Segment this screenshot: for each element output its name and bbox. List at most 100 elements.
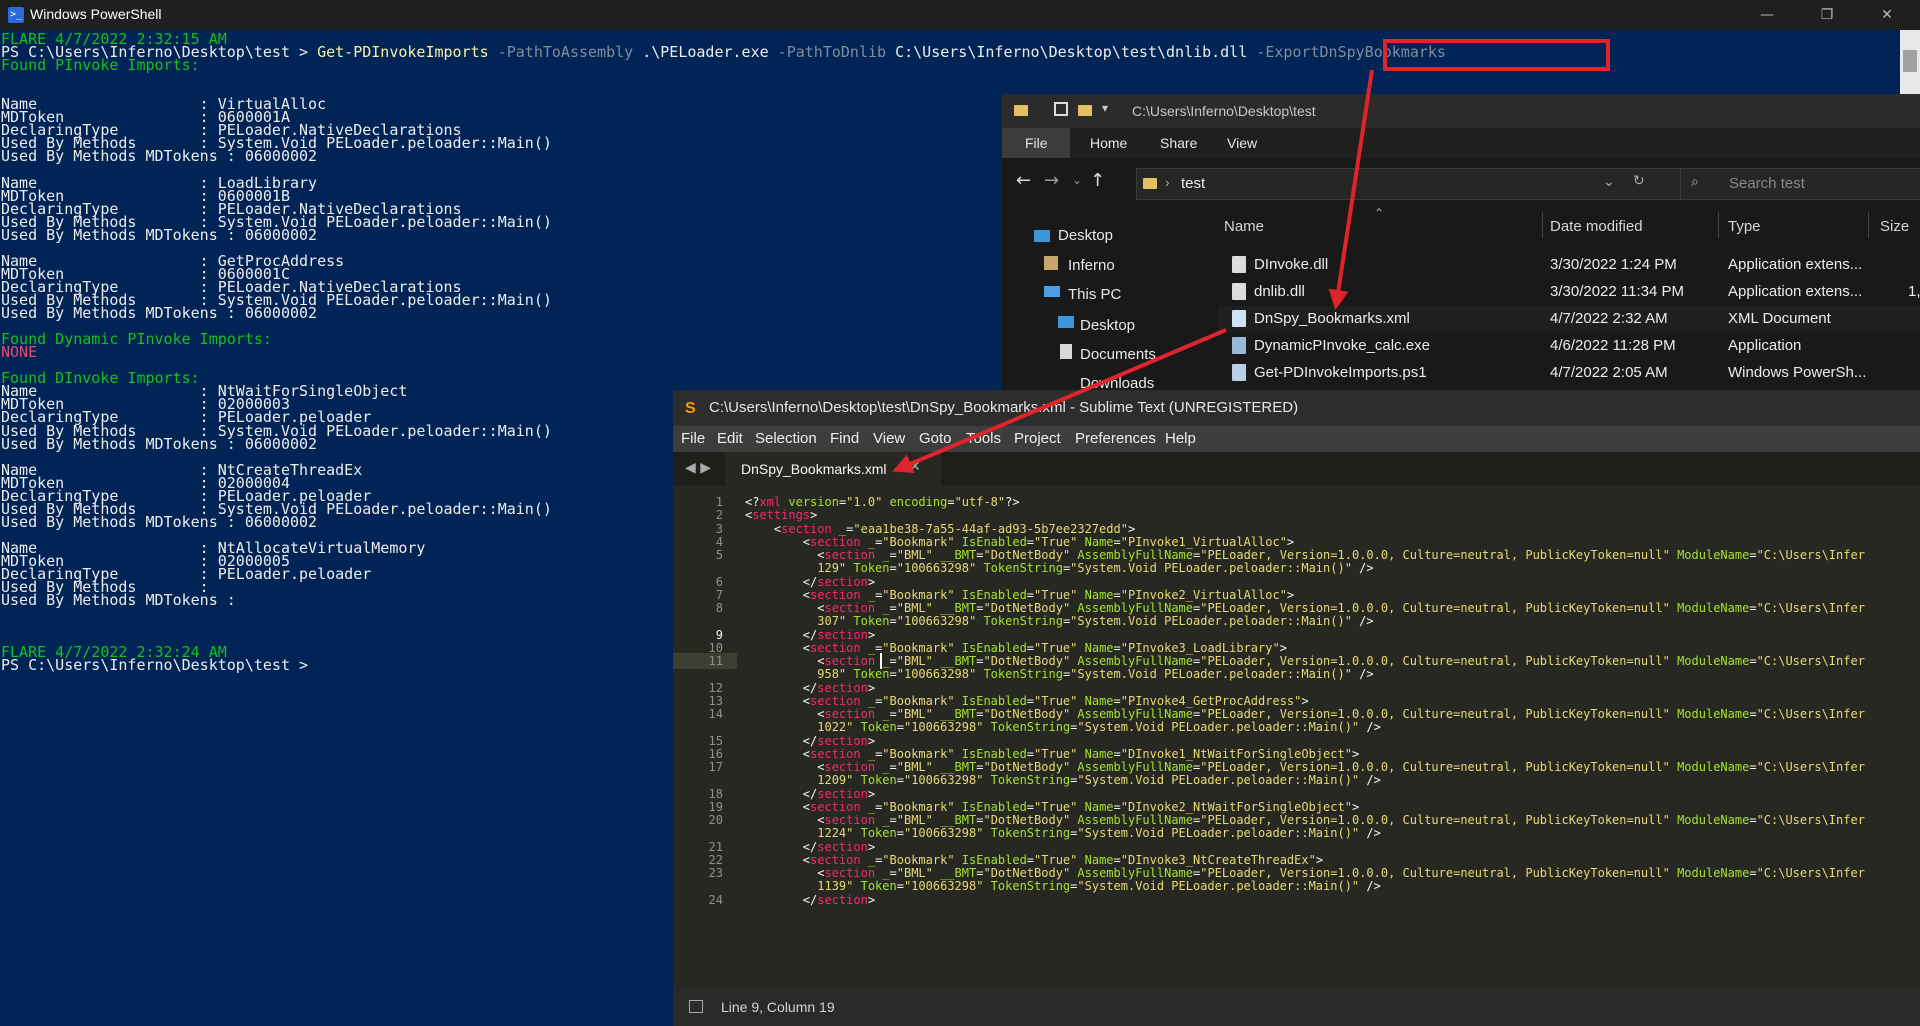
code-token: "System.Void PELoader.peloader::Main()" — [1077, 773, 1360, 788]
column-header-type[interactable]: Type — [1728, 218, 1761, 235]
file-row[interactable]: dnlib.dll 3/30/2022 11:34 PM Application… — [1218, 279, 1920, 305]
menu-preferences[interactable]: Preferences — [1075, 430, 1156, 447]
nav-item-desktop-2[interactable]: Desktop — [1080, 317, 1135, 334]
column-divider[interactable] — [1718, 212, 1719, 238]
explorer-navbar: ← → ⌄ ↑ › test ⌄ ↻ ⌕ Search test — [1002, 158, 1920, 206]
column-divider[interactable] — [1868, 212, 1869, 238]
nav-item-this-pc[interactable]: This PC — [1068, 286, 1121, 303]
sublime-titlebar[interactable]: S C:\Users\Inferno\Desktop\test\DnSpy_Bo… — [673, 390, 1920, 426]
menu-find[interactable]: Find — [830, 430, 859, 447]
column-divider[interactable] — [1542, 212, 1543, 238]
menu-edit[interactable]: Edit — [717, 430, 743, 447]
code-token: "100663298" — [896, 667, 977, 682]
file-name: Get-PDInvokeImports.ps1 — [1254, 364, 1427, 381]
code-token: = — [1749, 548, 1757, 562]
menu-tools[interactable]: Tools — [966, 430, 1001, 447]
code-token: = — [947, 495, 955, 509]
nav-item-downloads[interactable]: Downloads — [1080, 375, 1154, 390]
code-token: "C:\Users\Infer — [1756, 548, 1865, 562]
up-arrow-icon[interactable]: ↑ — [1090, 170, 1105, 191]
code-token: TokenString — [976, 614, 1063, 629]
explorer-title: C:\Users\Inferno\Desktop\test — [1132, 103, 1316, 119]
tab-view[interactable]: View — [1227, 135, 1257, 151]
recent-locations-icon[interactable]: ⌄ — [1072, 173, 1082, 187]
code-token: "C:\Users\Infer — [1756, 601, 1865, 615]
code-token: "100663298" — [903, 773, 984, 788]
file-name: DnSpy_Bookmarks.xml — [1254, 310, 1410, 327]
file-row[interactable]: DynamicPInvoke_calc.exe 4/6/2022 11:28 P… — [1218, 333, 1920, 359]
tab-share[interactable]: Share — [1160, 135, 1197, 151]
tab-dnspy-bookmarks[interactable]: DnSpy_Bookmarks.xml ✕ — [725, 452, 941, 486]
line-number: 24 — [708, 892, 723, 907]
breadcrumb-chevron-icon: › — [1165, 174, 1170, 190]
file-row-selected[interactable]: DnSpy_Bookmarks.xml 4/7/2022 2:32 AM XML… — [1218, 306, 1920, 332]
code-token: "100663298" — [903, 720, 984, 735]
column-header-date-modified[interactable]: Date modified — [1550, 218, 1643, 235]
code-token: = — [889, 614, 897, 629]
code-token: "C:\Users\Infer — [1756, 866, 1865, 880]
menu-file[interactable]: File — [681, 430, 705, 447]
powershell-icon: >_ — [8, 7, 24, 23]
code-token: /> — [1359, 720, 1381, 735]
desktop-icon — [1034, 230, 1050, 242]
new-folder-icon[interactable] — [1078, 105, 1092, 116]
menu-goto[interactable]: Goto — [919, 430, 952, 447]
column-header-name[interactable]: Name — [1224, 218, 1264, 235]
file-name: DynamicPInvoke_calc.exe — [1254, 337, 1430, 354]
address-bar[interactable]: › test ⌄ ↻ — [1136, 168, 1692, 200]
tab-scroll-arrows-icon[interactable]: ◀ ▶ — [685, 460, 711, 476]
maximize-button[interactable]: ❐ — [1804, 2, 1850, 28]
console-text: NONE — [1, 343, 38, 362]
code-token: "System.Void PELoader.peloader::Main()" — [1077, 720, 1360, 735]
search-box[interactable]: ⌕ Search test — [1680, 168, 1920, 200]
close-button[interactable]: ✕ — [1864, 2, 1910, 28]
sublime-tabbar: ◀ ▶ DnSpy_Bookmarks.xml ✕ — [673, 452, 1920, 486]
tab-file[interactable]: File — [1025, 135, 1048, 151]
console-text: Found Dynamic PInvoke Imports: — [1, 330, 272, 349]
sublime-menubar: File Edit Selection Find View Goto Tools… — [673, 426, 1920, 452]
explorer-titlebar[interactable]: ▾ C:\Users\Inferno\Desktop\test — [1002, 94, 1920, 128]
nav-item-desktop[interactable]: Desktop — [1058, 227, 1113, 244]
text-cursor — [880, 653, 882, 669]
sort-ascending-icon: ⌃ — [1374, 206, 1385, 220]
user-folder-icon — [1044, 256, 1058, 270]
code-token: "System.Void PELoader.peloader::Main()" — [1070, 561, 1352, 576]
back-arrow-icon[interactable]: ← — [1016, 170, 1031, 191]
minimize-button[interactable]: — — [1744, 2, 1790, 28]
code-token: "System.Void PELoader.peloader::Main()" — [1077, 826, 1360, 841]
column-header-size[interactable]: Size — [1880, 218, 1909, 235]
file-name: dnlib.dll — [1254, 283, 1305, 300]
code-token: TokenString — [983, 879, 1071, 894]
nav-item-inferno[interactable]: Inferno — [1068, 257, 1115, 274]
refresh-icon[interactable]: ↻ — [1633, 173, 1645, 189]
menu-selection[interactable]: Selection — [755, 430, 817, 447]
file-type: Application extens... — [1728, 256, 1863, 273]
code-token: = — [889, 561, 897, 576]
menu-help[interactable]: Help — [1165, 430, 1196, 447]
code-token: "100663298" — [903, 826, 984, 841]
code-token: = — [1749, 654, 1757, 668]
code-token: ModuleName — [1669, 548, 1750, 562]
tab-home[interactable]: Home — [1090, 135, 1127, 151]
menu-project[interactable]: Project — [1014, 430, 1061, 447]
code-token: = — [1749, 813, 1757, 827]
file-date: 4/6/2022 11:28 PM — [1550, 337, 1676, 354]
powershell-titlebar[interactable]: >_ Windows PowerShell — ❐ ✕ — [0, 0, 1920, 30]
menu-view[interactable]: View — [873, 430, 905, 447]
address-dropdown-icon[interactable]: ⌄ — [1603, 173, 1615, 190]
search-icon: ⌕ — [1691, 174, 1699, 190]
file-explorer-window: ▾ C:\Users\Inferno\Desktop\test File Hom… — [1002, 94, 1920, 390]
forward-arrow-icon[interactable]: → — [1044, 170, 1059, 191]
file-row[interactable]: DInvoke.dll 3/30/2022 1:24 PM Applicatio… — [1218, 252, 1920, 278]
quick-access-dropdown-icon[interactable]: ▾ — [1102, 101, 1108, 115]
properties-checkbox-icon[interactable] — [1054, 102, 1068, 116]
code-token: = — [896, 773, 904, 788]
nav-item-documents[interactable]: Documents — [1080, 346, 1156, 363]
tab-close-icon[interactable]: ✕ — [909, 459, 921, 475]
console-text: Used By Methods MDTokens : 06000002 — [1, 225, 318, 244]
scrollbar-thumb[interactable] — [1903, 50, 1917, 72]
file-name: DInvoke.dll — [1254, 256, 1329, 273]
file-row[interactable]: Get-PDInvokeImports.ps1 4/7/2022 2:05 AM… — [1218, 360, 1920, 386]
panel-toggle-icon[interactable] — [689, 1000, 703, 1013]
code-token: "C:\Users\Infer — [1756, 707, 1865, 721]
